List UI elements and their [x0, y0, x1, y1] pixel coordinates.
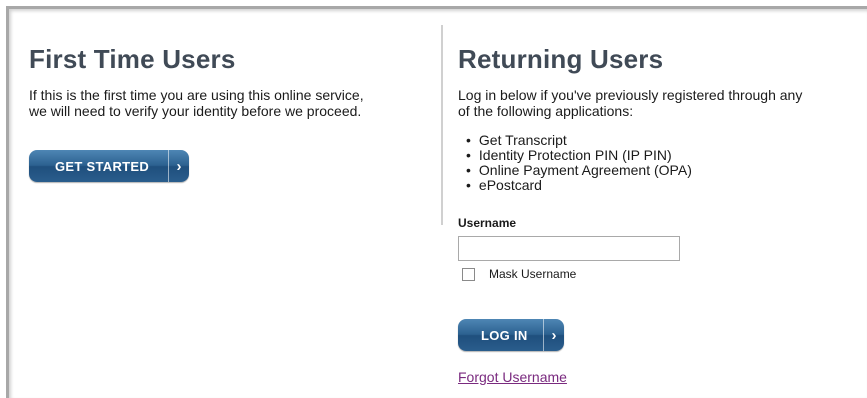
get-started-button[interactable]: GET STARTED ›	[29, 150, 189, 182]
list-item: Identity Protection PIN (IP PIN)	[466, 148, 867, 163]
column-divider	[441, 25, 443, 225]
first-time-description-line2: we will need to verify your identity bef…	[29, 103, 362, 119]
mask-username-checkbox[interactable]	[462, 267, 475, 281]
log-in-label: LOG IN	[481, 327, 528, 343]
returning-description-line2: of the following applications:	[458, 103, 634, 119]
first-time-users-section: First Time Users If this is the first ti…	[29, 44, 429, 119]
get-started-label: GET STARTED	[55, 158, 150, 174]
mask-username-row: Mask Username	[462, 267, 576, 281]
list-item: ePostcard	[466, 178, 867, 193]
first-time-users-heading: First Time Users	[29, 44, 236, 74]
first-time-description-line1: If this is the first time you are using …	[29, 87, 364, 103]
returning-description-line1: Log in below if you've previously regist…	[458, 87, 803, 103]
first-time-description: If this is the first time you are using …	[29, 87, 429, 119]
returning-users-heading: Returning Users	[458, 44, 664, 74]
log-in-button[interactable]: LOG IN ›	[458, 319, 564, 351]
list-item: Online Payment Agreement (OPA)	[466, 163, 867, 178]
username-input[interactable]	[458, 236, 680, 261]
applications-list: Get Transcript Identity Protection PIN (…	[458, 133, 867, 193]
chevron-right-icon: ›	[543, 319, 564, 351]
mask-username-label: Mask Username	[489, 267, 577, 281]
returning-description: Log in below if you've previously regist…	[458, 87, 867, 119]
forgot-username-link[interactable]: Forgot Username	[458, 369, 567, 385]
page-frame: First Time Users If this is the first ti…	[6, 6, 867, 398]
chevron-right-icon: ›	[168, 150, 189, 182]
username-label: Username	[458, 216, 517, 230]
list-item: Get Transcript	[466, 133, 867, 148]
returning-users-section: Returning Users Log in below if you've p…	[458, 44, 867, 193]
